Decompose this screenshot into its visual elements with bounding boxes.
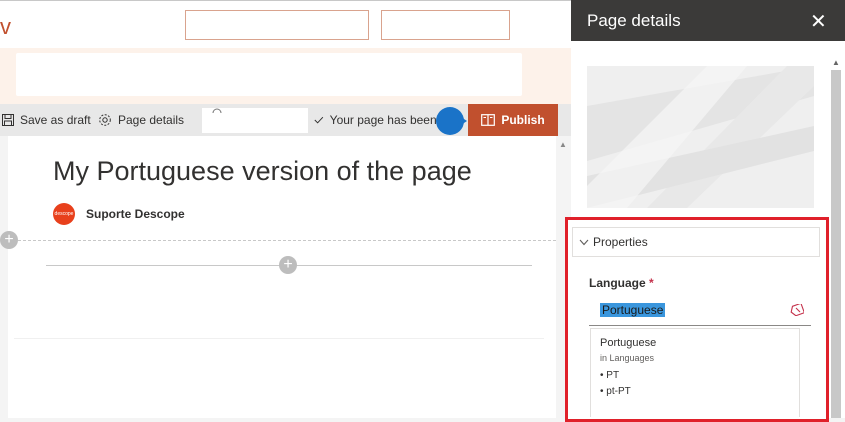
- chevron-down-icon: [579, 239, 589, 245]
- scroll-up-icon[interactable]: ▲: [832, 58, 840, 67]
- suggestion-title[interactable]: Portuguese: [600, 337, 656, 349]
- save-as-draft-label: Save as draft: [20, 113, 91, 127]
- publish-button[interactable]: Publish: [468, 104, 558, 136]
- required-asterisk: *: [649, 276, 654, 290]
- header-placeholder-field[interactable]: [185, 10, 369, 40]
- coachmark-pointer: [458, 115, 467, 127]
- header-placeholder-field[interactable]: [381, 10, 510, 40]
- page-details-label: Page details: [118, 113, 185, 127]
- language-label-text: Language: [589, 276, 646, 290]
- clear-icon[interactable]: [790, 302, 806, 321]
- panel-title: Page details: [587, 11, 681, 30]
- suggestion-item[interactable]: • PT: [600, 370, 619, 381]
- properties-section-header[interactable]: Properties: [572, 227, 820, 257]
- site-logo[interactable]: v: [0, 14, 11, 40]
- small-gear-icon: [211, 100, 223, 118]
- page-details-button[interactable]: Page details: [98, 104, 184, 136]
- add-webpart-button[interactable]: +: [279, 256, 297, 274]
- section-divider: [8, 240, 556, 241]
- author-name: Suporte Descope: [86, 207, 185, 221]
- save-icon: [2, 114, 14, 126]
- page-thumbnail[interactable]: [587, 66, 814, 208]
- book-icon: [481, 114, 496, 126]
- gear-icon: [99, 114, 111, 126]
- properties-label: Properties: [593, 235, 648, 249]
- language-input-value[interactable]: Portuguese: [600, 303, 666, 317]
- publish-label: Publish: [501, 113, 545, 127]
- close-icon[interactable]: ✕: [810, 9, 827, 34]
- page-title[interactable]: My Portuguese version of the page: [53, 156, 472, 187]
- save-as-draft-button[interactable]: Save as draft: [2, 104, 91, 136]
- save-status-text: Your page has been s: [329, 113, 446, 127]
- site-banner: [0, 48, 571, 104]
- section-bottom-line: [14, 338, 544, 339]
- save-status: Your page has been s: [314, 104, 446, 136]
- language-field-label: Language *: [589, 276, 654, 290]
- add-section-button[interactable]: +: [0, 231, 18, 249]
- scroll-up-icon[interactable]: ▲: [559, 140, 567, 149]
- checkmark-icon: [314, 116, 324, 124]
- suggestion-item[interactable]: • pt-PT: [600, 386, 631, 397]
- panel-scrollbar-thumb[interactable]: [831, 70, 841, 418]
- banner-content-area: [16, 53, 522, 96]
- suggestion-group: in Languages: [600, 353, 655, 363]
- author-avatar: descope: [53, 203, 75, 225]
